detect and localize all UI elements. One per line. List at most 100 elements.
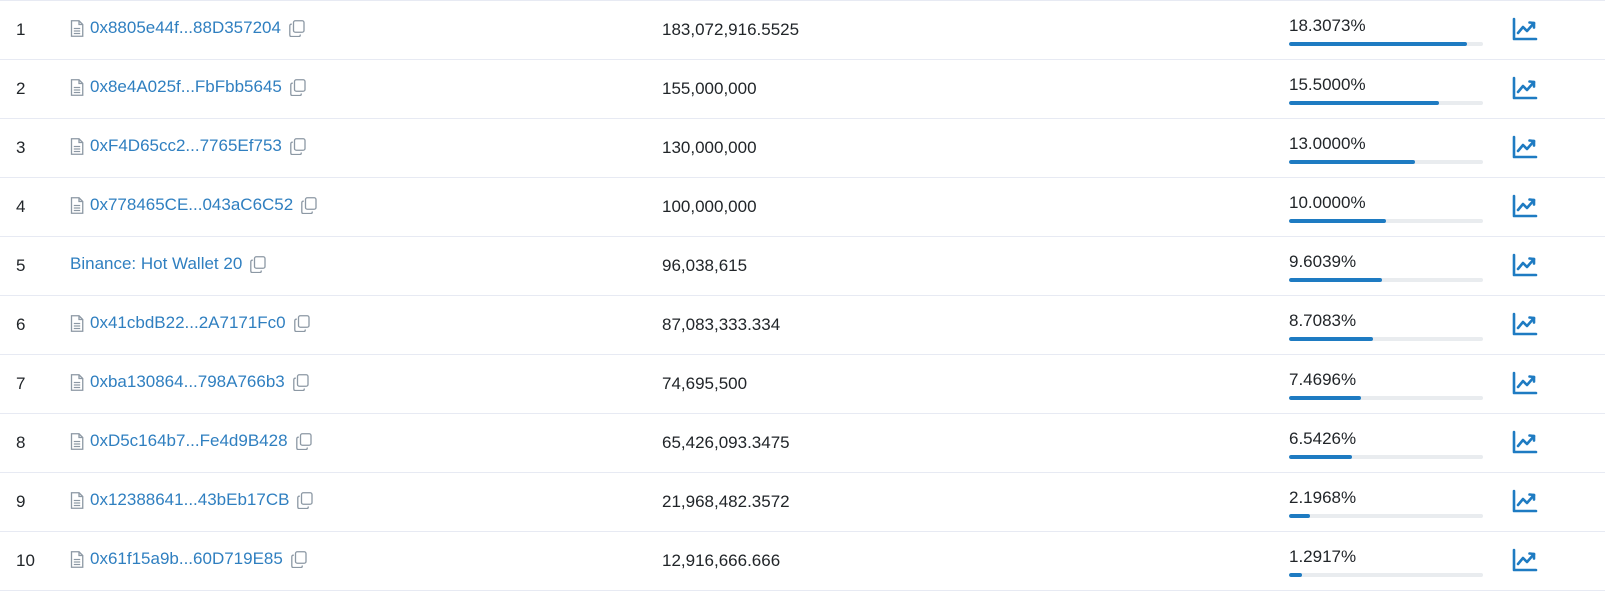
- percentage-cell: 10.0000%: [1289, 193, 1483, 223]
- share-progress-bar: [1289, 101, 1483, 105]
- holders-table: 1 0x8805e44f...88D357204 183,072,916.552…: [0, 0, 1605, 591]
- address-cell: 0xF4D65cc2...7765Ef753: [70, 136, 306, 156]
- quantity-cell: 155,000,000: [662, 79, 757, 98]
- address-cell: 0x8e4A025f...FbFbb5645: [70, 77, 306, 97]
- rank-cell: 2: [16, 79, 26, 98]
- share-progress-bar: [1289, 337, 1483, 341]
- quantity-cell: 87,083,333.334: [662, 315, 781, 334]
- holder-address-link[interactable]: 0x12388641...43bEb17CB: [90, 490, 289, 510]
- percentage-cell: 8.7083%: [1289, 311, 1483, 341]
- holder-address-link[interactable]: 0xba130864...798A766b3: [90, 372, 285, 392]
- line-chart-icon[interactable]: [1512, 253, 1538, 277]
- share-progress-bar: [1289, 573, 1483, 577]
- copy-icon[interactable]: [290, 78, 306, 96]
- table-row: 1 0x8805e44f...88D357204 183,072,916.552…: [0, 1, 1605, 60]
- percentage-value: 1.2917%: [1289, 547, 1357, 566]
- address-cell: 0xba130864...798A766b3: [70, 372, 309, 392]
- percentage-cell: 15.5000%: [1289, 75, 1483, 105]
- address-cell: 0x12388641...43bEb17CB: [70, 490, 314, 510]
- share-progress-fill: [1289, 42, 1467, 46]
- holder-address-link[interactable]: 0xD5c164b7...Fe4d9B428: [90, 431, 288, 451]
- copy-icon[interactable]: [250, 255, 266, 273]
- share-progress-fill: [1289, 396, 1362, 400]
- table-row: 10 0x61f15a9b...60D719E85 12,916,666.666…: [0, 532, 1605, 591]
- address-cell: 0xD5c164b7...Fe4d9B428: [70, 431, 312, 451]
- quantity-cell: 183,072,916.5525: [662, 20, 800, 39]
- percentage-value: 10.0000%: [1289, 193, 1366, 212]
- share-progress-bar: [1289, 42, 1483, 46]
- copy-icon[interactable]: [292, 373, 309, 391]
- line-chart-icon[interactable]: [1512, 312, 1538, 336]
- line-chart-icon[interactable]: [1512, 17, 1538, 41]
- address-cell: 0x778465CE...043aC6C52: [70, 195, 317, 215]
- share-progress-fill: [1289, 160, 1416, 164]
- contract-document-icon: [70, 78, 84, 96]
- percentage-cell: 13.0000%: [1289, 134, 1483, 164]
- percentage-cell: 6.5426%: [1289, 429, 1483, 459]
- line-chart-icon[interactable]: [1512, 489, 1538, 513]
- quantity-cell: 65,426,093.3475: [662, 433, 790, 452]
- rank-cell: 5: [16, 256, 26, 275]
- holder-address-link[interactable]: 0x8e4A025f...FbFbb5645: [90, 77, 282, 97]
- holder-address-link[interactable]: 0x778465CE...043aC6C52: [90, 195, 293, 215]
- holder-address-link[interactable]: 0x41cbdB22...2A7171Fc0: [90, 313, 286, 333]
- copy-icon[interactable]: [295, 432, 312, 450]
- table-row: 6 0x41cbdB22...2A7171Fc0 87,083,333.334 …: [0, 296, 1605, 355]
- rank-cell: 3: [16, 138, 26, 157]
- contract-document-icon: [70, 491, 84, 509]
- rank-cell: 7: [16, 374, 26, 393]
- share-progress-fill: [1289, 514, 1311, 518]
- percentage-value: 7.4696%: [1289, 370, 1357, 389]
- quantity-cell: 100,000,000: [662, 197, 757, 216]
- copy-icon[interactable]: [290, 137, 306, 155]
- percentage-cell: 7.4696%: [1289, 370, 1483, 400]
- holder-address-link[interactable]: 0xF4D65cc2...7765Ef753: [90, 136, 282, 156]
- line-chart-icon[interactable]: [1512, 430, 1538, 454]
- address-cell: 0x41cbdB22...2A7171Fc0: [70, 313, 310, 333]
- copy-icon[interactable]: [301, 196, 317, 214]
- percentage-value: 15.5000%: [1289, 75, 1366, 94]
- contract-document-icon: [70, 373, 84, 391]
- rank-cell: 8: [16, 433, 26, 452]
- percentage-value: 6.5426%: [1289, 429, 1357, 448]
- percentage-value: 2.1968%: [1289, 488, 1357, 507]
- percentage-cell: 18.3073%: [1289, 16, 1483, 46]
- line-chart-icon[interactable]: [1512, 76, 1538, 100]
- share-progress-fill: [1289, 278, 1383, 282]
- quantity-cell: 12,916,666.666: [662, 551, 781, 570]
- address-cell: 0x8805e44f...88D357204: [70, 18, 305, 38]
- copy-icon[interactable]: [297, 491, 314, 509]
- table-row: 5 Binance: Hot Wallet 20 96,038,615 9.60…: [0, 237, 1605, 296]
- holder-address-link[interactable]: Binance: Hot Wallet 20: [70, 254, 242, 274]
- line-chart-icon[interactable]: [1512, 135, 1538, 159]
- rank-cell: 9: [16, 492, 26, 511]
- copy-icon[interactable]: [289, 19, 305, 37]
- line-chart-icon[interactable]: [1512, 371, 1538, 395]
- table-row: 4 0x778465CE...043aC6C52 100,000,000 10.…: [0, 178, 1605, 237]
- contract-document-icon: [70, 550, 84, 568]
- table-row: 2 0x8e4A025f...FbFbb5645 155,000,000 15.…: [0, 60, 1605, 119]
- copy-icon[interactable]: [293, 314, 310, 332]
- share-progress-bar: [1289, 219, 1483, 223]
- address-cell: 0x61f15a9b...60D719E85: [70, 549, 307, 569]
- share-progress-fill: [1289, 101, 1440, 105]
- percentage-cell: 9.6039%: [1289, 252, 1483, 282]
- table-row: 9 0x12388641...43bEb17CB 21,968,482.3572…: [0, 473, 1605, 532]
- quantity-cell: 130,000,000: [662, 138, 757, 157]
- holder-address-link[interactable]: 0x61f15a9b...60D719E85: [90, 549, 283, 569]
- contract-document-icon: [70, 19, 84, 37]
- address-cell: Binance: Hot Wallet 20: [70, 254, 266, 274]
- percentage-value: 18.3073%: [1289, 16, 1366, 35]
- share-progress-bar: [1289, 160, 1483, 164]
- rank-cell: 10: [16, 551, 35, 570]
- percentage-value: 9.6039%: [1289, 252, 1357, 271]
- copy-icon[interactable]: [290, 550, 307, 568]
- holder-address-link[interactable]: 0x8805e44f...88D357204: [90, 18, 281, 38]
- percentage-value: 8.7083%: [1289, 311, 1357, 330]
- share-progress-bar: [1289, 396, 1483, 400]
- line-chart-icon[interactable]: [1512, 548, 1538, 572]
- rank-cell: 6: [16, 315, 26, 334]
- share-progress-fill: [1289, 455, 1353, 459]
- quantity-cell: 96,038,615: [662, 256, 748, 275]
- line-chart-icon[interactable]: [1512, 194, 1538, 218]
